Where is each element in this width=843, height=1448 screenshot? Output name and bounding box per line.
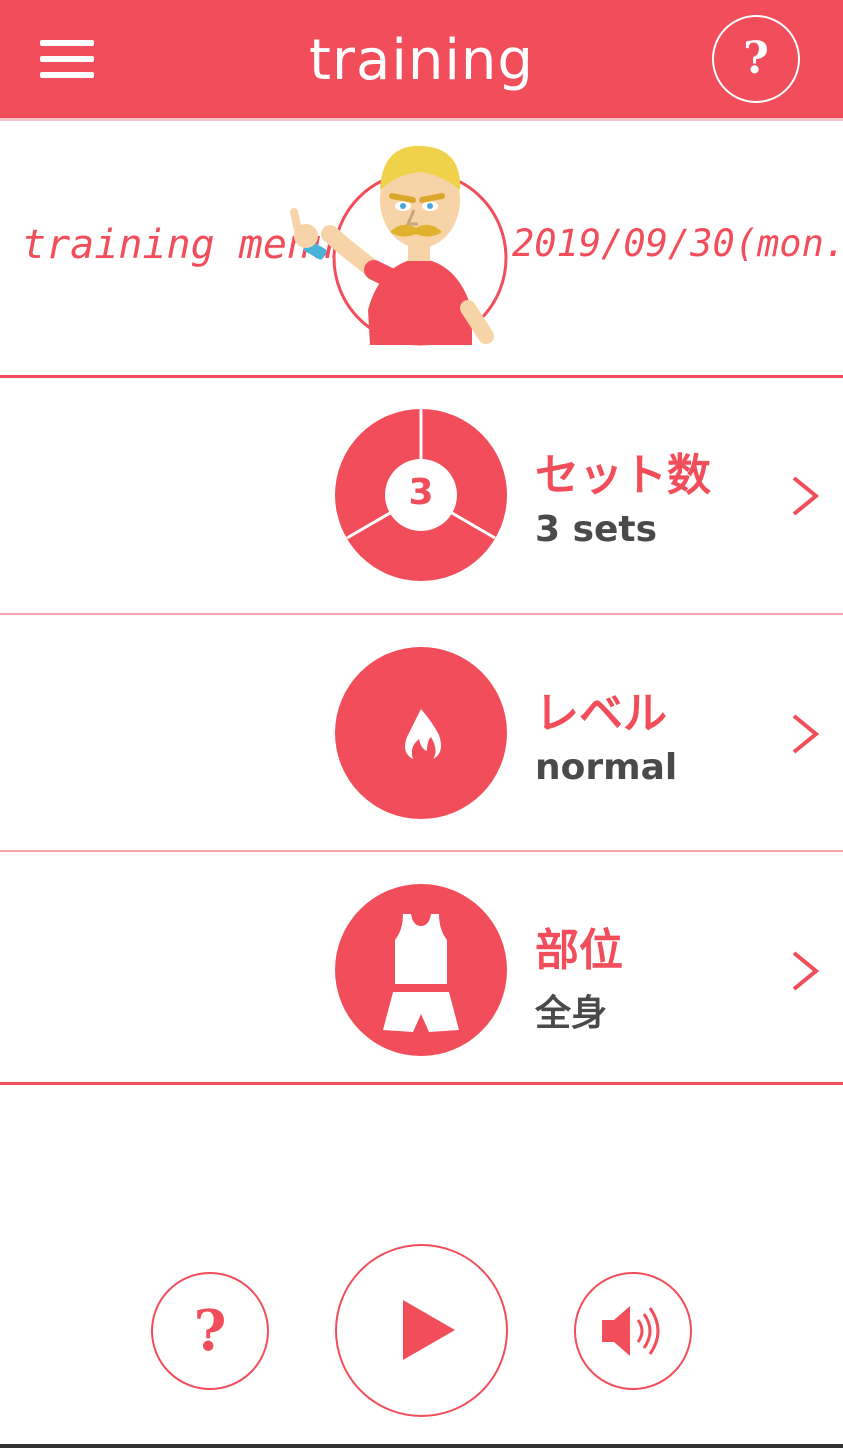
help-bottom-button[interactable]: ?	[151, 1272, 269, 1390]
header-divider	[0, 118, 843, 121]
speaker-icon	[602, 1306, 660, 1356]
body-clothes-icon	[335, 884, 507, 1056]
question-mark-icon: ?	[193, 1298, 227, 1364]
row-sets[interactable]: 3 セット数 3 sets	[0, 377, 843, 613]
sets-value: 3 sets	[535, 509, 658, 550]
level-title: レベル	[535, 688, 667, 739]
sets-badge: 3	[408, 472, 434, 513]
date-label: 2019/09/30(mon.	[512, 222, 843, 265]
row-level[interactable]: レベル normal	[0, 615, 843, 851]
chevron-right-icon	[792, 951, 820, 991]
list-end-divider	[0, 1082, 843, 1085]
trainer-mascot-icon	[290, 145, 508, 346]
sound-button[interactable]	[574, 1272, 692, 1390]
level-value: normal	[535, 747, 678, 788]
sets-title: セット数	[535, 450, 711, 501]
bottom-edge	[0, 1444, 843, 1448]
help-button[interactable]: ?	[712, 15, 800, 103]
chevron-right-icon	[792, 476, 820, 516]
top-bar: training ?	[0, 0, 843, 120]
play-button[interactable]	[335, 1244, 508, 1417]
row-body-part[interactable]: 部位 全身	[0, 852, 843, 1088]
chevron-right-icon	[792, 714, 820, 754]
body-part-value: 全身	[535, 993, 608, 1034]
flame-icon	[335, 647, 507, 819]
body-part-title: 部位	[535, 925, 623, 976]
play-icon	[403, 1300, 455, 1360]
training-menu-label: training menu	[22, 222, 336, 268]
